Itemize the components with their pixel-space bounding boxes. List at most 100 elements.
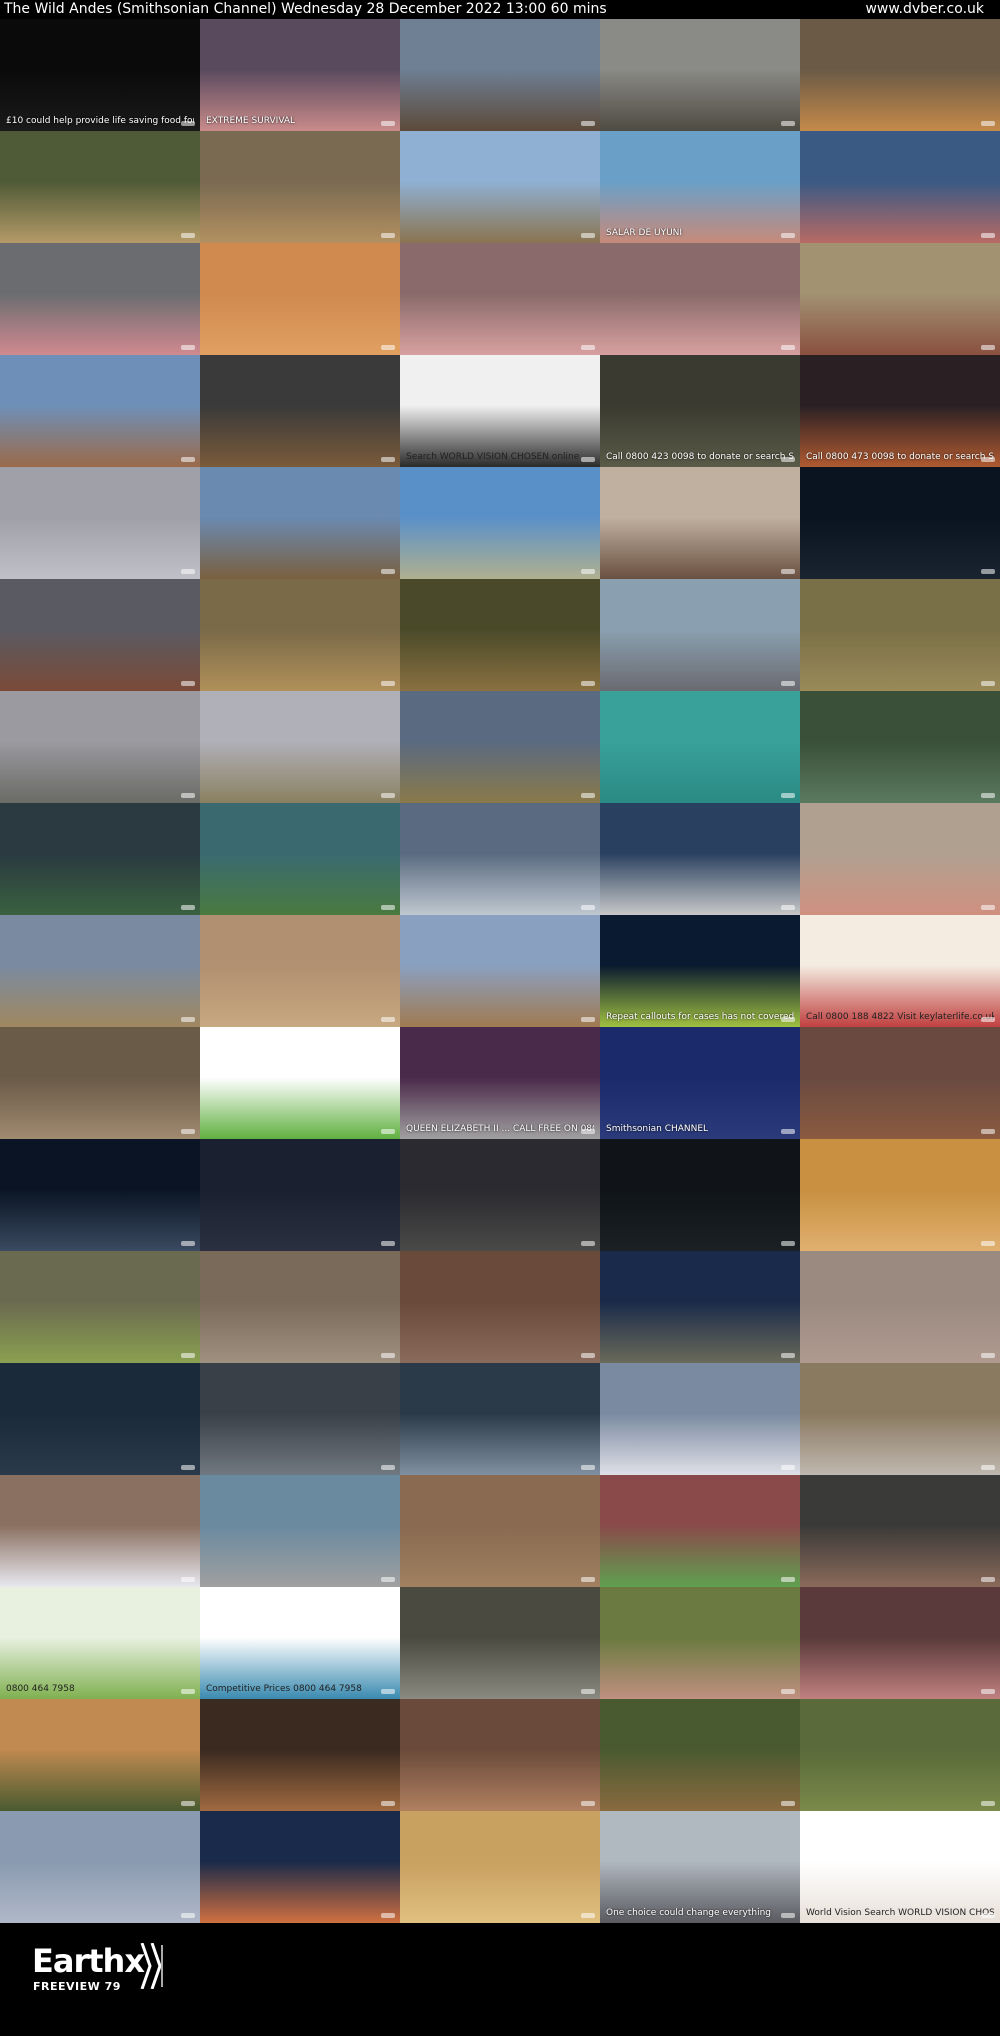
thumbnail-frame — [600, 579, 800, 691]
channel-watermark-icon — [781, 1353, 795, 1358]
channel-watermark-icon — [981, 1129, 995, 1134]
channel-watermark-icon — [181, 457, 195, 462]
channel-watermark-icon — [181, 1913, 195, 1918]
thumbnail-frame — [400, 1363, 600, 1475]
channel-watermark-icon — [981, 1913, 995, 1918]
thumbnail-frame: Repeat callouts for cases has not covere… — [600, 915, 800, 1027]
thumbnail-frame — [0, 1139, 200, 1251]
channel-watermark-icon — [981, 793, 995, 798]
thumbnail-grid: £10 could help provide life saving food … — [0, 19, 1000, 1923]
thumbnail-frame — [400, 1475, 600, 1587]
thumbnail-frame — [200, 1251, 400, 1363]
thumbnail-frame — [800, 691, 1000, 803]
thumbnail-frame — [800, 243, 1000, 355]
thumbnail-caption: World Vision Search WORLD VISION CHOSEN — [806, 1908, 994, 1918]
thumbnail-frame: Call 0800 188 4822 Visit keylaterlife.co… — [800, 915, 1000, 1027]
thumbnail-frame — [400, 19, 600, 131]
thumbnail-frame — [200, 1699, 400, 1811]
channel-watermark-icon — [581, 1353, 595, 1358]
thumbnail-frame — [200, 1811, 400, 1923]
thumbnail-frame — [800, 1251, 1000, 1363]
thumbnail-frame: Smithsonian CHANNEL — [600, 1027, 800, 1139]
thumbnail-frame — [0, 1363, 200, 1475]
thumbnail-frame: QUEEN ELIZABETH II ... CALL FREE ON 0808… — [400, 1027, 600, 1139]
channel-watermark-icon — [581, 233, 595, 238]
channel-watermark-icon — [381, 1689, 395, 1694]
thumbnail-frame — [400, 1139, 600, 1251]
thumbnail-frame: Call 0800 423 0098 to donate or search S… — [600, 355, 800, 467]
channel-brand: Earthx — [32, 1942, 145, 1980]
thumbnail-frame — [800, 1363, 1000, 1475]
thumbnail-frame — [0, 579, 200, 691]
thumbnail-frame — [200, 1027, 400, 1139]
thumbnail-frame — [400, 579, 600, 691]
thumbnail-frame — [800, 1699, 1000, 1811]
channel-watermark-icon — [981, 345, 995, 350]
channel-watermark-icon — [581, 905, 595, 910]
channel-watermark-icon — [581, 793, 595, 798]
channel-watermark-icon — [781, 345, 795, 350]
channel-watermark-icon — [781, 681, 795, 686]
thumbnail-frame — [200, 1363, 400, 1475]
channel-logo: Earthx FREEVIEW 79 — [32, 1941, 182, 2001]
channel-watermark-icon — [381, 121, 395, 126]
thumbnail-frame — [400, 915, 600, 1027]
channel-watermark-icon — [581, 121, 595, 126]
channel-watermark-icon — [581, 1129, 595, 1134]
channel-watermark-icon — [981, 1353, 995, 1358]
channel-watermark-icon — [181, 793, 195, 798]
thumbnail-frame — [0, 467, 200, 579]
thumbnail-frame — [600, 691, 800, 803]
thumbnail-frame — [400, 691, 600, 803]
thumbnail-frame — [0, 1811, 200, 1923]
channel-watermark-icon — [981, 1017, 995, 1022]
header-bar: The Wild Andes (Smithsonian Channel) Wed… — [0, 0, 1000, 19]
thumbnail-frame — [0, 1027, 200, 1139]
channel-watermark-icon — [381, 1913, 395, 1918]
channel-watermark-icon — [981, 681, 995, 686]
thumbnail-caption: Search WORLD VISION CHOSEN online — [406, 452, 580, 462]
channel-watermark-icon — [981, 233, 995, 238]
channel-watermark-icon — [381, 233, 395, 238]
thumbnail-frame — [600, 1587, 800, 1699]
channel-watermark-icon — [381, 1129, 395, 1134]
channel-watermark-icon — [781, 1913, 795, 1918]
thumbnail-frame — [0, 1251, 200, 1363]
thumbnail-caption: Call 0800 473 0098 to donate or search S… — [806, 452, 994, 462]
thumbnail-frame — [200, 1475, 400, 1587]
channel-watermark-icon — [781, 1241, 795, 1246]
thumbnail-frame — [800, 579, 1000, 691]
site-url[interactable]: www.dvber.co.uk — [865, 0, 984, 19]
channel-watermark-icon — [381, 1353, 395, 1358]
channel-chevron-icon — [140, 1943, 163, 1989]
thumbnail-frame — [0, 131, 200, 243]
thumbnail-frame — [600, 803, 800, 915]
thumbnail-caption: £10 could help provide life saving food … — [6, 116, 194, 126]
channel-watermark-icon — [781, 569, 795, 574]
channel-watermark-icon — [181, 569, 195, 574]
channel-watermark-icon — [781, 457, 795, 462]
channel-watermark-icon — [581, 569, 595, 574]
channel-watermark-icon — [581, 457, 595, 462]
thumbnail-frame — [800, 1475, 1000, 1587]
channel-watermark-icon — [181, 1465, 195, 1470]
channel-number: FREEVIEW 79 — [33, 1980, 121, 1993]
channel-watermark-icon — [781, 1689, 795, 1694]
thumbnail-caption: Repeat callouts for cases has not covere… — [606, 1012, 794, 1022]
channel-watermark-icon — [181, 1017, 195, 1022]
thumbnail-frame — [400, 467, 600, 579]
channel-watermark-icon — [381, 569, 395, 574]
channel-watermark-icon — [781, 1129, 795, 1134]
channel-watermark-icon — [981, 1241, 995, 1246]
channel-watermark-icon — [981, 1801, 995, 1806]
channel-watermark-icon — [381, 457, 395, 462]
channel-watermark-icon — [981, 457, 995, 462]
thumbnail-frame: Call 0800 473 0098 to donate or search S… — [800, 355, 1000, 467]
thumbnail-frame — [0, 1699, 200, 1811]
programme-title: The Wild Andes (Smithsonian Channel) Wed… — [4, 1, 607, 17]
channel-watermark-icon — [181, 681, 195, 686]
channel-watermark-icon — [581, 1577, 595, 1582]
thumbnail-frame — [0, 915, 200, 1027]
thumbnail-frame — [200, 131, 400, 243]
thumbnail-frame — [800, 467, 1000, 579]
